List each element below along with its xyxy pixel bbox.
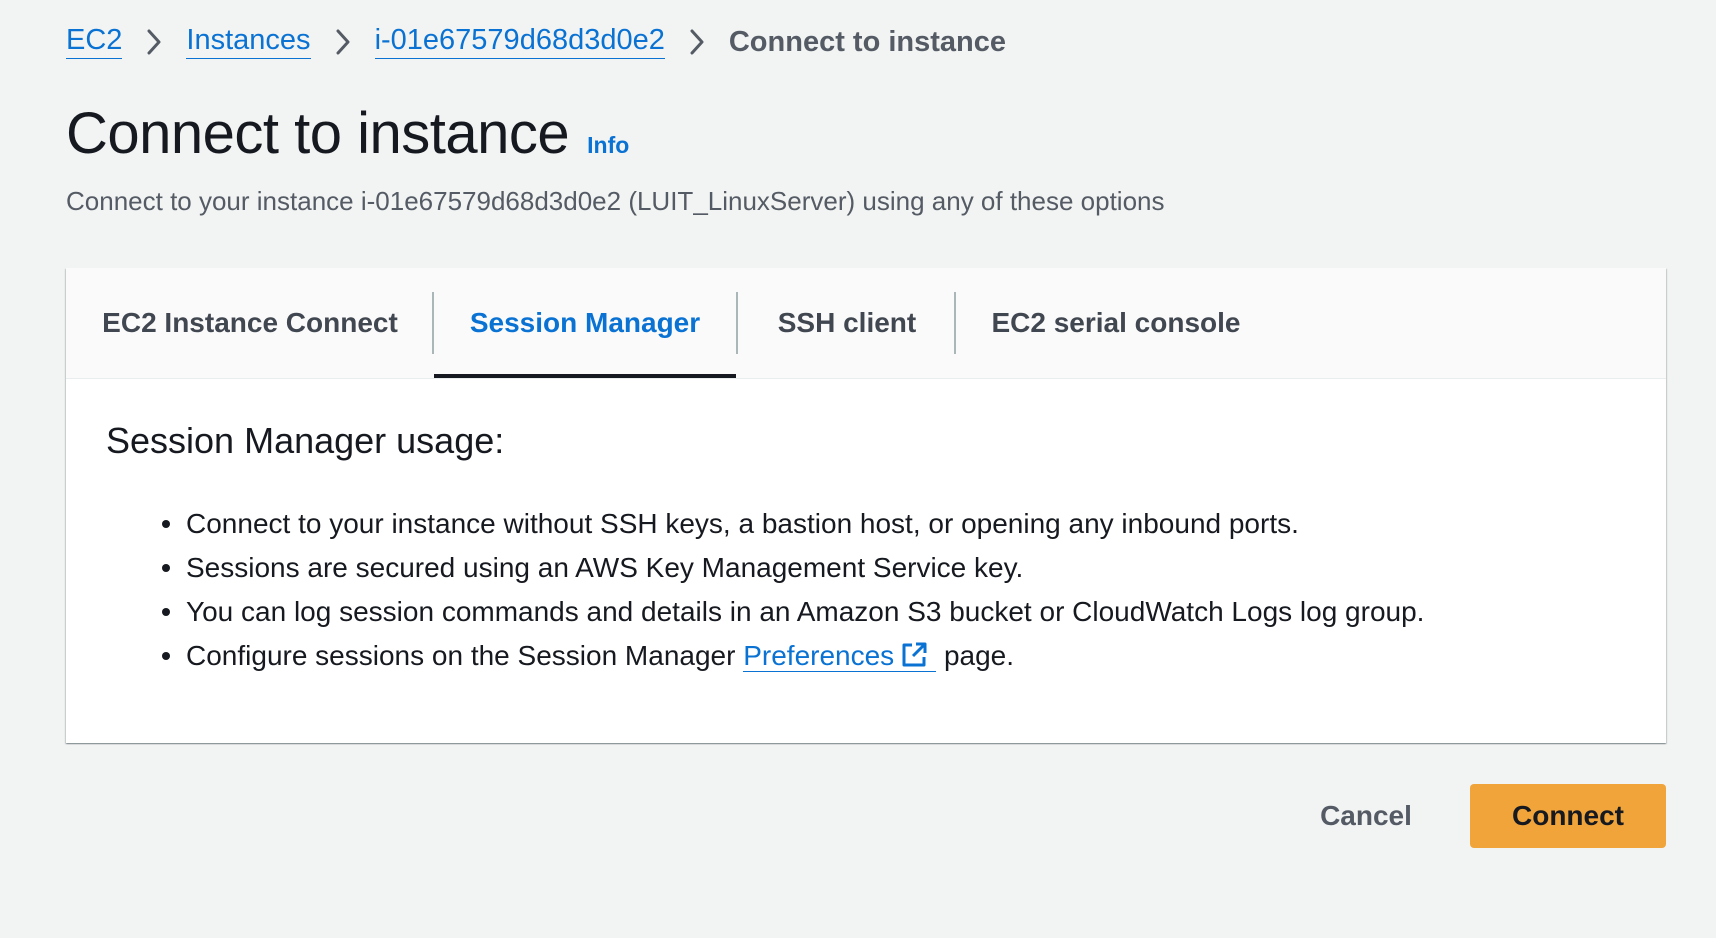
chevron-right-icon: [665, 20, 729, 64]
info-link[interactable]: Info: [587, 132, 629, 159]
tab-ssh-client[interactable]: SSH client: [738, 268, 956, 378]
configure-prefix: Configure sessions on the Session Manage…: [186, 640, 744, 671]
page-description: Connect to your instance i-01e67579d68d3…: [66, 186, 1165, 216]
tab-bar: EC2 Instance Connect Session Manager SSH…: [66, 268, 1666, 379]
external-link-icon[interactable]: [900, 638, 928, 682]
breadcrumb-link-instance-id[interactable]: i-01e67579d68d3d0e2: [374, 24, 665, 59]
cancel-button[interactable]: Cancel: [1296, 784, 1436, 848]
connect-options-panel: EC2 Instance Connect Session Manager SSH…: [66, 268, 1666, 743]
breadcrumb: EC2 Instances i-01e67579d68d3d0e2 Connec…: [66, 20, 1006, 64]
tab-ec2-serial-console[interactable]: EC2 serial console: [956, 268, 1276, 378]
chevron-right-icon: [122, 20, 186, 64]
session-manager-usage-title: Session Manager usage:: [106, 420, 505, 461]
tab-session-manager[interactable]: Session Manager: [434, 268, 736, 378]
list-item: Configure sessions on the Session Manage…: [162, 634, 1626, 682]
preferences-link-label[interactable]: Preferences: [743, 640, 894, 671]
list-item: Connect to your instance without SSH key…: [162, 502, 1626, 546]
breadcrumb-link-ec2[interactable]: EC2: [66, 24, 123, 59]
chevron-right-icon: [311, 20, 375, 64]
preferences-link[interactable]: Preferences: [743, 640, 937, 672]
tab-ec2-instance-connect[interactable]: EC2 Instance Connect: [66, 268, 434, 378]
breadcrumb-current: Connect to instance: [728, 25, 1007, 58]
breadcrumb-link-instances[interactable]: Instances: [186, 24, 311, 59]
usage-list: Connect to your instance without SSH key…: [106, 502, 1626, 682]
connect-button[interactable]: Connect: [1470, 784, 1666, 848]
list-item: Sessions are secured using an AWS Key Ma…: [162, 546, 1626, 590]
page-header: Connect to instance Info: [66, 100, 629, 167]
session-manager-content: Session Manager usage: Connect to your i…: [106, 378, 1626, 682]
configure-suffix: page.: [936, 640, 1015, 671]
page-title: Connect to instance: [66, 101, 570, 166]
list-item: You can log session commands and details…: [162, 590, 1626, 634]
